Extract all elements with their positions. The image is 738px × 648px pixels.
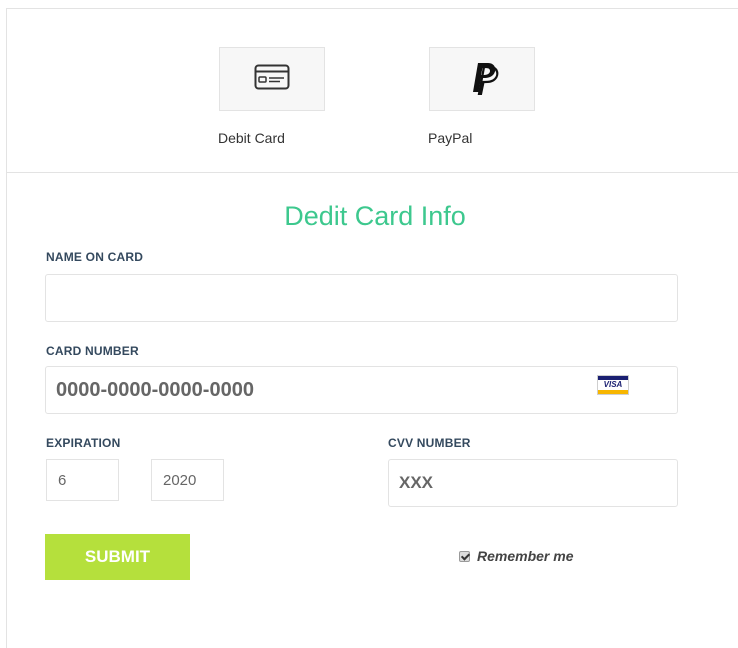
debit-card-option[interactable] (219, 47, 325, 111)
card-number-label: CARD NUMBER (46, 344, 139, 358)
visa-text: VISA (603, 380, 623, 389)
submit-button[interactable]: SUBMIT (45, 534, 190, 580)
remember-me-checkbox[interactable] (459, 550, 470, 562)
cvv-input[interactable]: XXX (388, 459, 678, 507)
card-number-input[interactable]: 0000-0000-0000-0000 VISA (45, 366, 678, 414)
name-on-card-input[interactable] (45, 274, 678, 322)
expiration-month-input[interactable]: 6 (46, 459, 119, 501)
remember-me[interactable]: Remember me (459, 548, 574, 564)
paypal-label[interactable]: PayPal (428, 130, 472, 146)
expiration-year-input[interactable]: 2020 (151, 459, 224, 501)
visa-icon: VISA (597, 375, 629, 395)
card-number-value: 0000-0000-0000-0000 (56, 378, 254, 401)
cvv-value: XXX (399, 473, 434, 492)
remember-me-label[interactable]: Remember me (477, 548, 574, 564)
form-title: Dedit Card Info (284, 201, 466, 231)
debit-card-label[interactable]: Debit Card (218, 130, 285, 146)
cvv-label: CVV NUMBER (388, 436, 471, 450)
name-on-card-label: NAME ON CARD (46, 250, 144, 264)
paypal-option[interactable] (429, 47, 535, 111)
section-divider (6, 172, 738, 173)
expiration-label: EXPIRATION (46, 436, 121, 450)
paypal-icon (463, 59, 501, 100)
credit-card-icon (254, 64, 290, 95)
